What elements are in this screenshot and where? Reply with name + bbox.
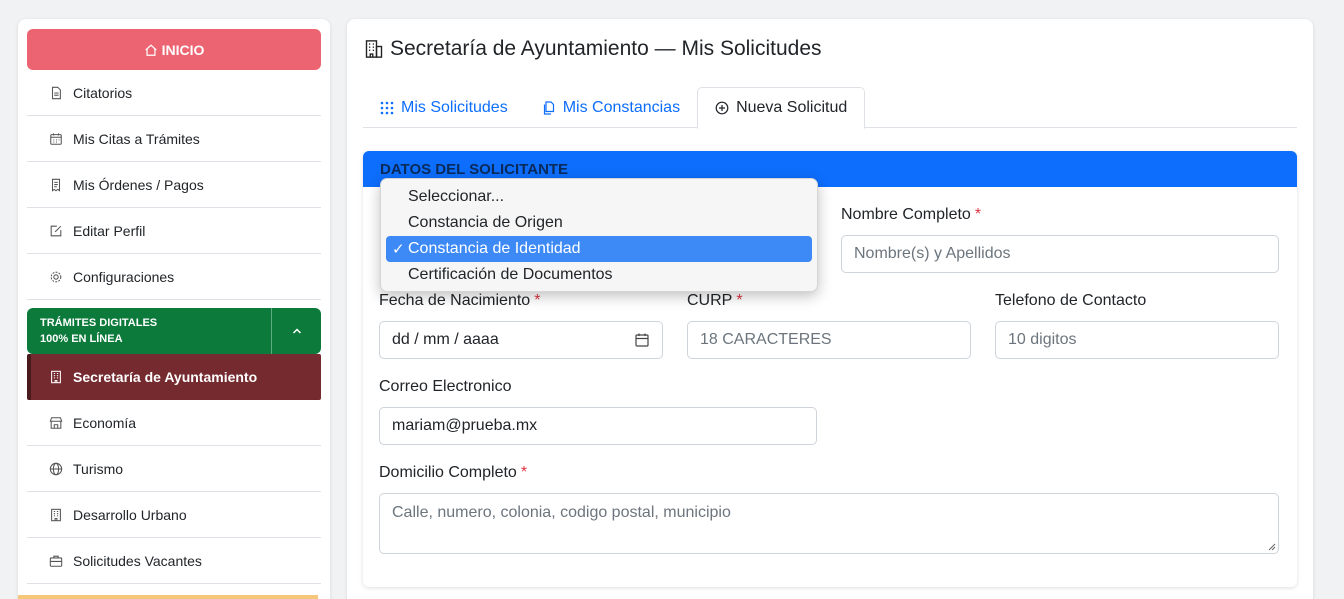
building-icon	[365, 40, 383, 58]
nombre-input[interactable]: Nombre(s) y Apellidos	[841, 235, 1279, 273]
sidebar-item-label: Citatorios	[73, 84, 133, 101]
sidebar-item-desarrollo-urbano[interactable]: Desarrollo Urbano	[27, 492, 321, 538]
curp-input[interactable]: 18 CARACTERES	[687, 321, 971, 359]
sidebar-item-economia[interactable]: Economía	[27, 400, 321, 446]
tramites-title: TRÁMITES DIGITALES	[40, 317, 158, 329]
domicilio-textarea[interactable]: Calle, numero, colonia, codigo postal, m…	[379, 493, 1279, 554]
sidebar-item-configuraciones[interactable]: Configuraciones	[27, 254, 321, 300]
grid-icon	[380, 101, 394, 114]
sidebar: INICIO Citatorios Mis Citas a Trámites M…	[18, 19, 330, 599]
checkmark-icon: ✓	[392, 241, 405, 258]
sidebar-item-secretaria[interactable]: Secretaría de Ayuntamiento	[27, 354, 321, 400]
correo-input[interactable]: mariam@prueba.mx	[379, 407, 817, 445]
nombre-label: Nombre Completo *	[841, 206, 982, 223]
telefono-input[interactable]: 10 digitos	[995, 321, 1279, 359]
calendar-icon	[49, 132, 63, 146]
tab-nueva-solicitud[interactable]: Nueva Solicitud	[697, 87, 866, 129]
fecha-label: Fecha de Nacimiento *	[379, 292, 541, 309]
globe-icon	[49, 462, 63, 476]
correo-label: Correo Electronico	[379, 378, 512, 395]
document-icon	[49, 86, 63, 100]
tabs: Mis Solicitudes Mis Constancias Nueva So…	[363, 87, 1297, 129]
sidebar-item-label: Secretaría de Ayuntamiento	[73, 369, 258, 385]
sidebar-item-editar-perfil[interactable]: Editar Perfil	[27, 208, 321, 254]
page-title: Secretaría de Ayuntamiento — Mis Solicit…	[364, 37, 822, 61]
tipo-solicitud-dropdown: Seleccionar... Constancia de Origen ✓ Con…	[380, 178, 818, 292]
home-icon	[144, 43, 157, 56]
sidebar-item-citatorios[interactable]: Citatorios	[27, 70, 321, 116]
briefcase-icon	[49, 554, 63, 568]
receipt-icon	[49, 178, 63, 192]
main-panel: Secretaría de Ayuntamiento — Mis Solicit…	[347, 19, 1313, 599]
sidebar-item-vacantes[interactable]: Solicitudes Vacantes	[27, 538, 321, 584]
sidebar-next-item-edge	[18, 595, 318, 599]
sidebar-item-label: Mis Órdenes / Pagos	[73, 176, 204, 193]
collapse-toggle[interactable]	[271, 308, 321, 354]
tab-mis-constancias[interactable]: Mis Constancias	[525, 87, 697, 128]
telefono-label: Telefono de Contacto	[995, 292, 1147, 309]
building-icon	[49, 508, 63, 522]
tramites-digitales-header[interactable]: TRÁMITES DIGITALES 100% EN LÍNEA	[27, 308, 321, 354]
sidebar-item-label: Mis Citas a Trámites	[73, 130, 200, 147]
sidebar-item-label: Turismo	[73, 460, 124, 477]
option-certificacion-documentos[interactable]: Certificación de Documentos	[386, 262, 812, 288]
tab-label: Mis Solicitudes	[401, 98, 508, 116]
inicio-label: INICIO	[161, 41, 205, 58]
sidebar-item-label: Solicitudes Vacantes	[73, 552, 202, 569]
option-constancia-identidad[interactable]: ✓ Constancia de Identidad	[386, 236, 812, 262]
sidebar-item-label: Configuraciones	[73, 268, 175, 285]
domicilio-label: Domicilio Completo *	[379, 464, 528, 481]
fecha-input[interactable]: dd / mm / aaaa	[379, 321, 663, 359]
sidebar-item-mis-citas[interactable]: Mis Citas a Trámites	[27, 116, 321, 162]
building-icon	[49, 370, 63, 384]
edit-icon	[49, 224, 63, 238]
inicio-button[interactable]: INICIO	[27, 29, 321, 70]
resize-handle-icon[interactable]	[1266, 541, 1276, 551]
copy-icon	[543, 100, 554, 115]
sidebar-item-label: Economía	[73, 414, 137, 431]
plus-circle-icon	[715, 101, 729, 115]
calendar-icon[interactable]	[634, 332, 650, 348]
gear-icon	[49, 270, 63, 284]
curp-label: CURP *	[687, 292, 743, 309]
sidebar-item-turismo[interactable]: Turismo	[27, 446, 321, 492]
tab-label: Mis Constancias	[562, 98, 681, 116]
option-constancia-origen[interactable]: Constancia de Origen	[386, 210, 812, 236]
shop-icon	[49, 416, 63, 430]
chevron-up-icon	[292, 328, 301, 334]
option-seleccionar[interactable]: Seleccionar...	[386, 184, 812, 210]
tab-label: Nueva Solicitud	[736, 99, 848, 116]
sidebar-item-ordenes[interactable]: Mis Órdenes / Pagos	[27, 162, 321, 208]
tab-mis-solicitudes[interactable]: Mis Solicitudes	[363, 87, 525, 128]
tramites-subtitle: 100% EN LÍNEA	[40, 333, 123, 345]
sidebar-item-label: Editar Perfil	[73, 222, 146, 239]
sidebar-item-label: Desarrollo Urbano	[73, 506, 187, 523]
